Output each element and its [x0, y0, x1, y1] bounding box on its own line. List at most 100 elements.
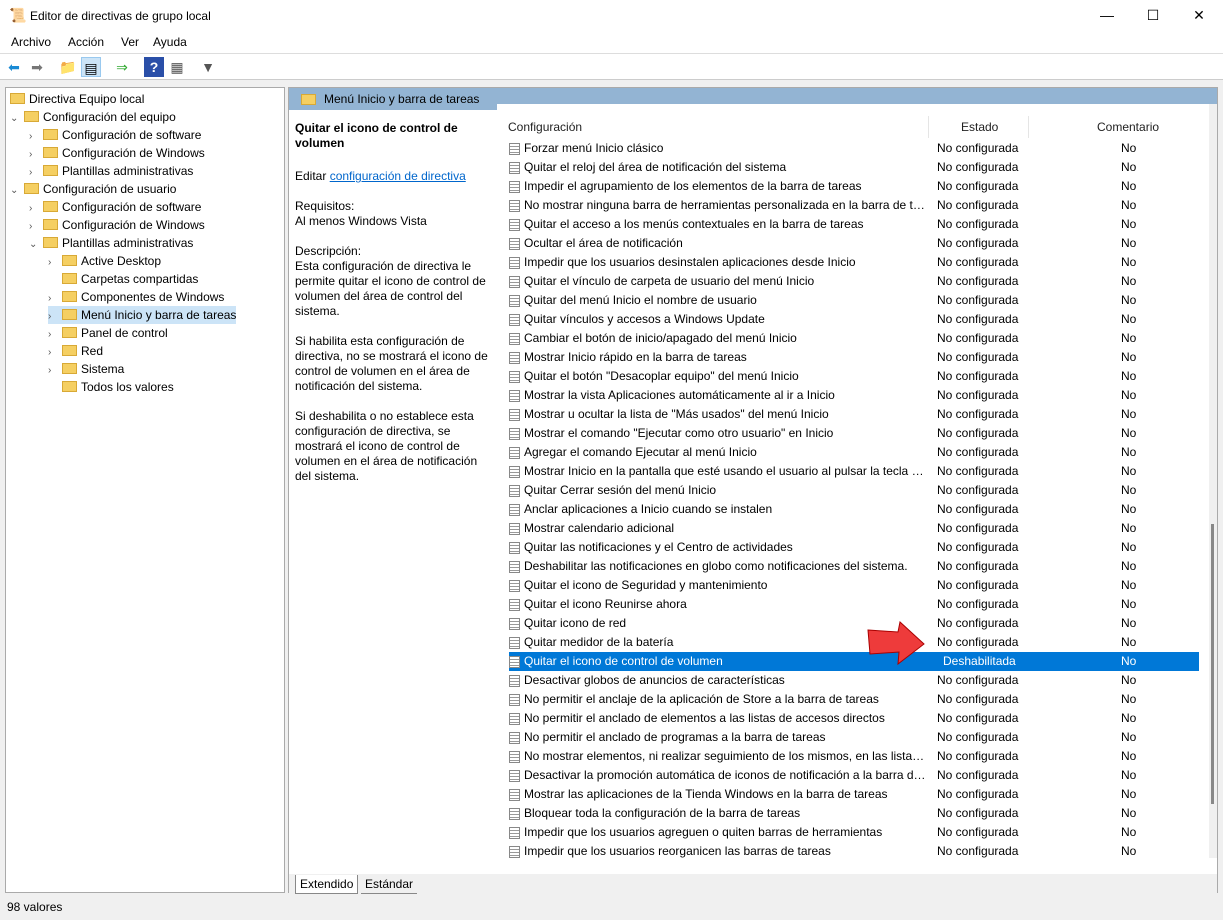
view-tabs: Extendido Estándar — [289, 874, 1217, 894]
policy-state: No configurada — [937, 711, 1019, 725]
chevron-down-icon[interactable]: ⌄ — [10, 110, 24, 128]
column-header-config[interactable]: Configuración — [508, 120, 582, 134]
table-row[interactable]: No permitir el anclaje de la aplicación … — [509, 690, 1199, 709]
table-row[interactable]: Cambiar el botón de inicio/apagado del m… — [509, 329, 1199, 348]
policy-comment: No — [1121, 369, 1137, 383]
table-row[interactable]: Quitar el icono de Seguridad y mantenimi… — [509, 576, 1199, 595]
tree-item[interactable]: ⌄ Configuración del equipo — [10, 108, 176, 126]
minimize-button[interactable]: — — [1084, 0, 1130, 30]
policy-icon — [509, 352, 520, 364]
table-row[interactable]: Mostrar u ocultar la lista de "Más usado… — [509, 405, 1199, 424]
tree-item[interactable]: Carpetas compartidas — [48, 270, 198, 288]
table-row[interactable]: Bloquear toda la configuración de la bar… — [509, 804, 1199, 823]
table-row[interactable]: Impedir el agrupamiento de los elementos… — [509, 177, 1199, 196]
tree-item[interactable]: › Panel de control — [48, 324, 168, 342]
table-row[interactable]: No mostrar elementos, ni realizar seguim… — [509, 747, 1199, 766]
tab-estandar[interactable]: Estándar — [361, 875, 418, 894]
table-row[interactable]: Mostrar la vista Aplicaciones automática… — [509, 386, 1199, 405]
tree-item[interactable]: ⌄ Plantillas administrativas — [29, 234, 193, 252]
table-row[interactable]: Ocultar el área de notificación No config… — [509, 234, 1199, 253]
policy-state: No configurada — [937, 502, 1019, 516]
folder-icon — [62, 255, 77, 266]
folder-icon — [43, 129, 58, 140]
table-row[interactable]: Quitar el vínculo de carpeta de usuario … — [509, 272, 1199, 291]
tree-item[interactable]: › Sistema — [48, 360, 124, 378]
tree-item-label: Menú Inicio y barra de tareas — [81, 308, 237, 322]
table-row[interactable]: Quitar el icono Reunirse ahora No configu… — [509, 595, 1199, 614]
table-row[interactable]: Mostrar Inicio rápido en la barra de tar… — [509, 348, 1199, 367]
table-row[interactable]: Quitar del menú Inicio el nombre de usua… — [509, 291, 1199, 310]
policy-icon — [509, 580, 520, 592]
chevron-down-icon[interactable]: ⌄ — [10, 182, 24, 200]
tree-item-label: Configuración de software — [62, 200, 202, 214]
policy-name: Desactivar globos de anuncios de caracte… — [524, 673, 785, 687]
column-header-state[interactable]: Estado — [961, 120, 998, 134]
policy-name: Quitar vínculos y accesos a Windows Upda… — [524, 312, 765, 326]
tree-item[interactable]: › Configuración de software — [29, 198, 201, 216]
table-row[interactable]: Mostrar calendario adicional No configura… — [509, 519, 1199, 538]
tree-item[interactable]: Directiva Equipo local — [10, 90, 144, 108]
export-list-icon[interactable]: ⇒ — [112, 57, 132, 77]
show-hide-tree-icon[interactable]: ▤ — [81, 57, 101, 77]
table-row[interactable]: Mostrar las aplicaciones de la Tienda Wi… — [509, 785, 1199, 804]
table-row[interactable]: No permitir el anclado de programas a la… — [509, 728, 1199, 747]
table-row[interactable]: Desactivar la promoción automática de ic… — [509, 766, 1199, 785]
menu-archivo[interactable]: Archivo — [11, 35, 51, 49]
table-row[interactable]: Deshabilitar las notificaciones en globo… — [509, 557, 1199, 576]
policy-icon — [509, 694, 520, 706]
tab-extendido[interactable]: Extendido — [295, 875, 359, 894]
edit-policy-link[interactable]: configuración de directiva — [330, 169, 466, 183]
menu-ver[interactable]: Ver — [121, 35, 139, 49]
table-row[interactable]: Quitar el reloj del área de notificación… — [509, 158, 1199, 177]
menu-accion[interactable]: Acción — [68, 35, 104, 49]
column-header-comment[interactable]: Comentario — [1097, 120, 1159, 134]
table-row[interactable]: Mostrar el comando "Ejecutar como otro u… — [509, 424, 1199, 443]
table-row[interactable]: Quitar el botón "Desacoplar equipo" del … — [509, 367, 1199, 386]
tree-item[interactable]: › Componentes de Windows — [48, 288, 224, 306]
policy-state: No configurada — [937, 483, 1019, 497]
table-row[interactable]: Mostrar Inicio en la pantalla que esté u… — [509, 462, 1199, 481]
properties-icon[interactable]: ▦ — [167, 57, 187, 77]
up-folder-icon[interactable]: 📁 — [58, 57, 78, 77]
table-row[interactable]: No permitir el anclado de elementos a la… — [509, 709, 1199, 728]
policy-state: No configurada — [937, 255, 1019, 269]
maximize-button[interactable]: ☐ — [1130, 0, 1176, 30]
chevron-down-icon[interactable]: ⌄ — [29, 236, 43, 254]
vertical-scrollbar[interactable] — [1209, 104, 1217, 858]
tree-item[interactable]: ⌄ Configuración de usuario — [10, 180, 176, 198]
help-icon[interactable]: ? — [144, 57, 164, 77]
table-row[interactable]: Quitar las notificaciones y el Centro de… — [509, 538, 1199, 557]
close-button[interactable]: ✕ — [1176, 0, 1222, 30]
table-row[interactable]: Quitar Cerrar sesión del menú Inicio No c… — [509, 481, 1199, 500]
table-row[interactable]: Anclar aplicaciones a Inicio cuando se i… — [509, 500, 1199, 519]
menu-ayuda[interactable]: Ayuda — [153, 35, 187, 49]
policy-name: Mostrar Inicio en la pantalla que esté u… — [524, 464, 929, 478]
tree-item[interactable]: › Configuración de Windows — [29, 216, 205, 234]
policy-comment: No — [1121, 198, 1137, 212]
table-row[interactable]: Forzar menú Inicio clásico No configurada… — [509, 139, 1199, 158]
table-row[interactable]: Impedir que los usuarios reorganicen las… — [509, 842, 1199, 858]
table-row[interactable]: Quitar el icono de control de volumen Des… — [509, 652, 1199, 671]
tree-item[interactable]: › Red — [48, 342, 103, 360]
back-icon[interactable]: ⬅ — [4, 57, 24, 77]
scrollbar-thumb[interactable] — [1211, 524, 1214, 804]
table-row[interactable]: Quitar medidor de la batería No configura… — [509, 633, 1199, 652]
table-row[interactable]: No mostrar ninguna barra de herramientas… — [509, 196, 1199, 215]
tree-item[interactable]: › Configuración de software — [29, 126, 201, 144]
table-row[interactable]: Quitar icono de red No configurada No — [509, 614, 1199, 633]
table-row[interactable]: Quitar el acceso a los menús contextuale… — [509, 215, 1199, 234]
tree-item-label: Componentes de Windows — [81, 290, 225, 304]
table-row[interactable]: Impedir que los usuarios desinstalen apl… — [509, 253, 1199, 272]
tree-item[interactable]: › Configuración de Windows — [29, 144, 205, 162]
policy-comment: No — [1121, 464, 1137, 478]
tree-item[interactable]: › Active Desktop — [48, 252, 161, 270]
tree-item[interactable]: › Menú Inicio y barra de tareas — [48, 306, 237, 324]
filter-icon[interactable]: ▼ — [198, 57, 218, 77]
table-row[interactable]: Agregar el comando Ejecutar al menú Inic… — [509, 443, 1199, 462]
tree-item[interactable]: Todos los valores — [48, 378, 174, 396]
table-row[interactable]: Quitar vínculos y accesos a Windows Upda… — [509, 310, 1199, 329]
table-row[interactable]: Desactivar globos de anuncios de caracte… — [509, 671, 1199, 690]
tree-item[interactable]: › Plantillas administrativas — [29, 162, 193, 180]
forward-icon[interactable]: ➡ — [27, 57, 47, 77]
table-row[interactable]: Impedir que los usuarios agreguen o quit… — [509, 823, 1199, 842]
